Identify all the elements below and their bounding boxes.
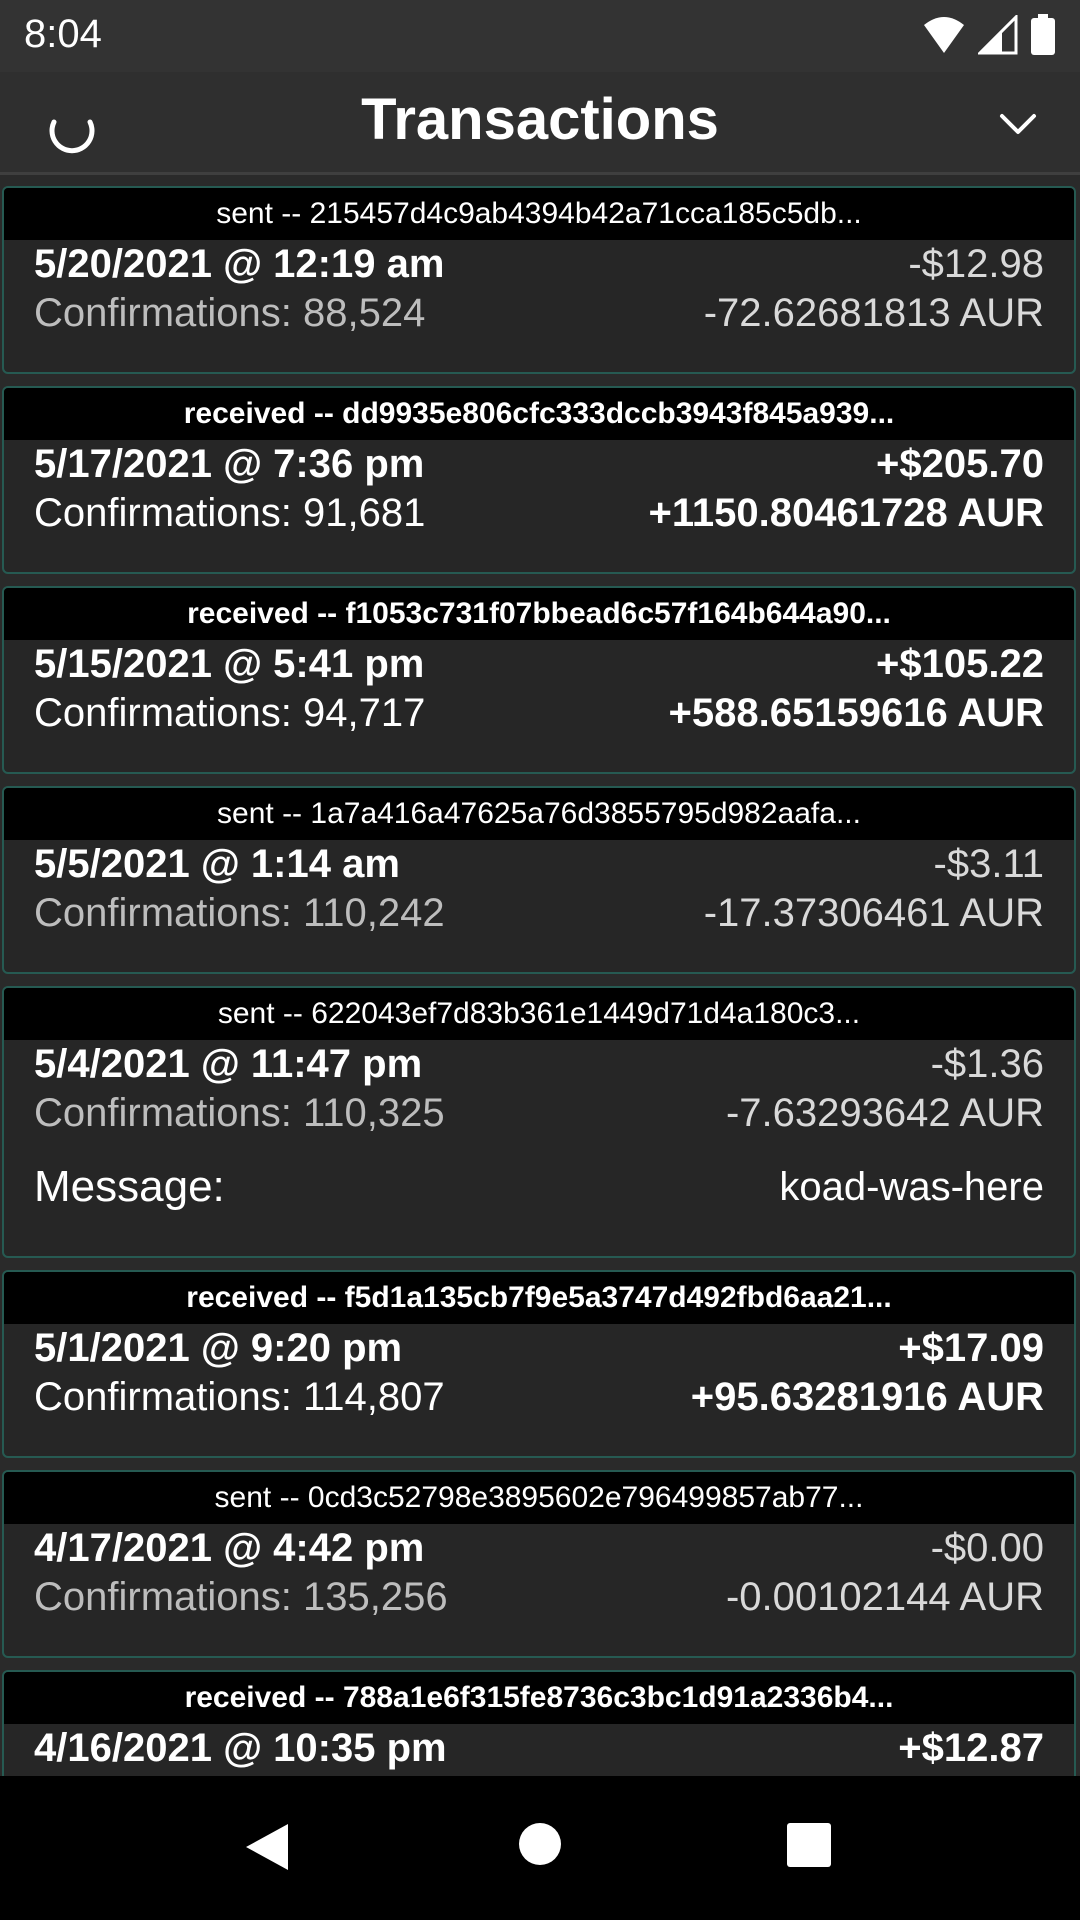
message-label: Message:	[34, 1162, 225, 1211]
transaction-card[interactable]: sent -- 1a7a416a47625a76d3855795d982aafa…	[2, 786, 1076, 974]
recents-icon[interactable]	[786, 1822, 832, 1868]
transaction-usd: -$0.00	[930, 1526, 1044, 1570]
transaction-confirmations: Confirmations: 94,717	[34, 691, 426, 735]
transaction-usd: +$17.09	[898, 1326, 1044, 1370]
signal-icon	[978, 15, 1018, 55]
transaction-card[interactable]: received -- dd9935e806cfc333dccb3943f845…	[2, 386, 1076, 574]
transaction-row-conf: Confirmations: 114,807 +95.63281916 AUR	[4, 1373, 1074, 1422]
transaction-card[interactable]: sent -- 622043ef7d83b361e1449d71d4a180c3…	[2, 986, 1076, 1258]
transaction-header: sent -- 215457d4c9ab4394b42a71cca185c5db…	[4, 188, 1074, 240]
transaction-row-date: 5/1/2021 @ 9:20 pm +$17.09	[4, 1324, 1074, 1373]
navigation-bar	[0, 1776, 1080, 1920]
transaction-confirmations: Confirmations: 110,325	[34, 1091, 445, 1135]
transaction-row-date: 4/16/2021 @ 10:35 pm +$12.87	[4, 1724, 1074, 1773]
transaction-aur: -72.62681813 AUR	[703, 291, 1044, 335]
transaction-card[interactable]: sent -- 0cd3c52798e3895602e796499857ab77…	[2, 1470, 1076, 1658]
transaction-row-date: 5/20/2021 @ 12:19 am -$12.98	[4, 240, 1074, 289]
transaction-header: sent -- 0cd3c52798e3895602e796499857ab77…	[4, 1472, 1074, 1524]
transaction-confirmations: Confirmations: 135,256	[34, 1575, 448, 1619]
wifi-icon	[924, 17, 964, 53]
transaction-aur: +95.63281916 AUR	[690, 1375, 1044, 1419]
transaction-row-date: 5/17/2021 @ 7:36 pm +$205.70	[4, 440, 1074, 489]
transaction-card[interactable]: received -- f5d1a135cb7f9e5a3747d492fbd6…	[2, 1270, 1076, 1458]
status-time: 8:04	[24, 12, 102, 56]
transaction-usd: +$205.70	[876, 442, 1044, 486]
transaction-header: received -- dd9935e806cfc333dccb3943f845…	[4, 388, 1074, 440]
transaction-message-row: Message: koad-was-here	[4, 1138, 1074, 1222]
transaction-header: received -- 788a1e6f315fe8736c3bc1d91a23…	[4, 1672, 1074, 1724]
transaction-confirmations: Confirmations: 88,524	[34, 291, 426, 335]
transaction-usd: -$12.98	[908, 242, 1044, 286]
transaction-card[interactable]: received -- f1053c731f07bbead6c57f164b64…	[2, 586, 1076, 774]
transaction-usd: -$1.36	[930, 1042, 1044, 1086]
transaction-date: 5/15/2021 @ 5:41 pm	[34, 642, 425, 686]
transaction-card[interactable]: sent -- 215457d4c9ab4394b42a71cca185c5db…	[2, 186, 1076, 374]
transaction-confirmations: Confirmations: 110,242	[34, 891, 445, 935]
transaction-row-conf: Confirmations: 135,256 -0.00102144 AUR	[4, 1573, 1074, 1622]
transaction-row-conf: Confirmations: 91,681 +1150.80461728 AUR	[4, 489, 1074, 538]
back-icon[interactable]	[244, 1822, 290, 1872]
transaction-date: 5/4/2021 @ 11:47 pm	[34, 1042, 423, 1086]
transaction-aur: -17.37306461 AUR	[703, 891, 1044, 935]
transaction-header: sent -- 1a7a416a47625a76d3855795d982aafa…	[4, 788, 1074, 840]
transaction-usd: +$12.87	[898, 1726, 1044, 1770]
transaction-date: 5/17/2021 @ 7:36 pm	[34, 442, 425, 486]
transaction-row-conf: Confirmations: 88,524 -72.62681813 AUR	[4, 289, 1074, 338]
transaction-date: 5/5/2021 @ 1:14 am	[34, 842, 400, 886]
status-bar: 8:04	[0, 0, 1080, 72]
battery-icon	[1031, 14, 1055, 55]
transaction-confirmations: Confirmations: 114,807	[34, 1375, 445, 1419]
transaction-date: 5/20/2021 @ 12:19 am	[34, 242, 445, 286]
message-value: koad-was-here	[779, 1164, 1044, 1209]
transaction-header: sent -- 622043ef7d83b361e1449d71d4a180c3…	[4, 988, 1074, 1040]
transaction-aur: -7.63293642 AUR	[725, 1091, 1044, 1135]
transaction-header: received -- f5d1a135cb7f9e5a3747d492fbd6…	[4, 1272, 1074, 1324]
transaction-row-conf: Confirmations: 110,242 -17.37306461 AUR	[4, 889, 1074, 938]
page-title: Transactions	[361, 87, 719, 152]
transaction-aur: +1150.80461728 AUR	[648, 491, 1044, 535]
transaction-card[interactable]: received -- 788a1e6f315fe8736c3bc1d91a23…	[2, 1670, 1076, 1776]
transaction-row-date: 5/4/2021 @ 11:47 pm -$1.36	[4, 1040, 1074, 1089]
transaction-confirmations: Confirmations: 91,681	[34, 491, 426, 535]
transaction-usd: +$105.22	[876, 642, 1044, 686]
status-icons	[922, 14, 1056, 56]
transaction-usd: -$3.11	[933, 842, 1044, 886]
transaction-date: 4/17/2021 @ 4:42 pm	[34, 1526, 425, 1570]
transaction-header: received -- f1053c731f07bbead6c57f164b64…	[4, 588, 1074, 640]
chevron-down-icon[interactable]	[996, 104, 1040, 144]
home-icon[interactable]	[518, 1822, 562, 1866]
transaction-date: 5/1/2021 @ 9:20 pm	[34, 1326, 403, 1370]
transaction-row-conf: Confirmations: 110,325 -7.63293642 AUR	[4, 1089, 1074, 1138]
transaction-list[interactable]: sent -- 215457d4c9ab4394b42a71cca185c5db…	[0, 184, 1080, 1776]
transaction-row-date: 5/15/2021 @ 5:41 pm +$105.22	[4, 640, 1074, 689]
app-bar: Transactions	[0, 72, 1080, 175]
transaction-row-date: 4/17/2021 @ 4:42 pm -$0.00	[4, 1524, 1074, 1573]
transaction-aur: +588.65159616 AUR	[668, 691, 1044, 735]
transaction-date: 4/16/2021 @ 10:35 pm	[34, 1726, 447, 1770]
transaction-row-conf: Confirmations: 94,717 +588.65159616 AUR	[4, 689, 1074, 738]
transaction-row-date: 5/5/2021 @ 1:14 am -$3.11	[4, 840, 1074, 889]
transaction-aur: -0.00102144 AUR	[725, 1575, 1044, 1619]
